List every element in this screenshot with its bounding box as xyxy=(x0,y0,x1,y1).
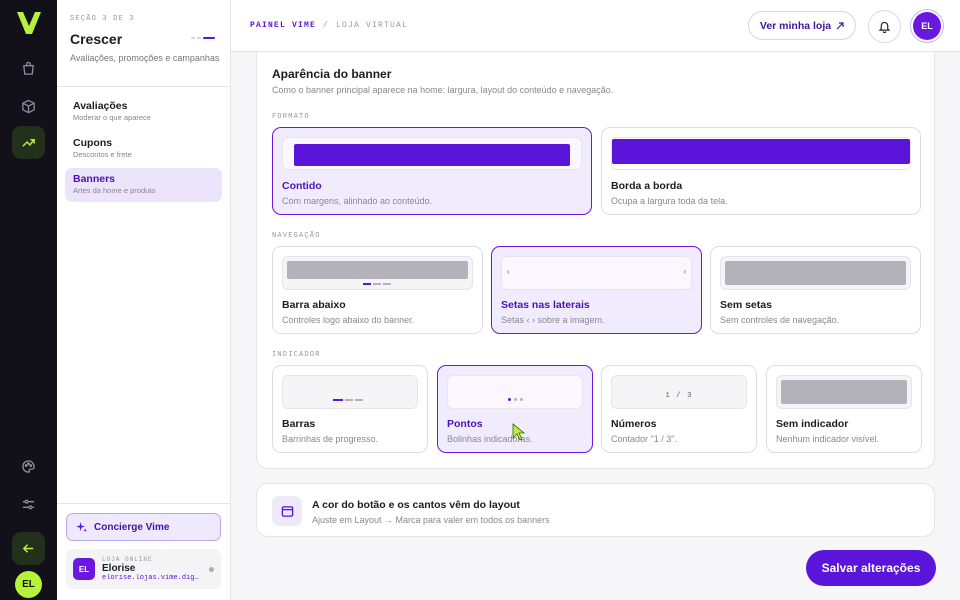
sidebar-item-banners[interactable]: Banners Artes da home e produto xyxy=(65,168,222,202)
card-subtitle: Como o banner principal aparece na home:… xyxy=(272,85,614,95)
store-avatar: EL xyxy=(73,558,95,580)
store-url: elorise.lojas.vime.digital xyxy=(102,574,202,582)
user-avatar[interactable]: EL xyxy=(15,571,42,598)
arrow-left-icon[interactable] xyxy=(12,532,45,565)
section-description: Avaliações, promoções e campanhas xyxy=(70,53,220,63)
indicator-preview: 1 / 3 xyxy=(611,375,747,409)
section-eyebrow: SEÇÃO 3 DE 3 xyxy=(70,15,135,23)
indicator-preview xyxy=(447,375,583,409)
option-label: Números xyxy=(611,418,657,430)
navigation-option-setas-laterais[interactable]: ‹ › Setas nas laterais Setas ‹ › sobre a… xyxy=(491,246,702,334)
indicator-option-sem-indicador[interactable]: Sem indicador Nenhum indicador visível. xyxy=(766,365,922,453)
indicator-preview xyxy=(776,375,912,409)
store-name: Elorise xyxy=(102,563,136,574)
info-title: A cor do botão e os cantos vêm do layout xyxy=(312,499,520,511)
option-label: Sem setas xyxy=(720,299,772,311)
navigation-option-sem-setas[interactable]: Sem setas Sem controles de navegação. xyxy=(710,246,921,334)
option-description: Com margens, alinhado ao conteúdo. xyxy=(282,196,433,206)
sliders-icon[interactable] xyxy=(12,488,45,521)
format-preview xyxy=(611,137,911,170)
indicator-group-label: INDICADOR xyxy=(272,351,321,359)
arrow-left-icon: ‹ xyxy=(507,267,510,276)
status-dot xyxy=(209,566,214,572)
format-option-contido[interactable]: Contido Com margens, alinhado ao conteúd… xyxy=(272,127,592,215)
breadcrumb-separator: / xyxy=(323,21,330,30)
option-description: Sem controles de navegação. xyxy=(720,315,840,325)
banner-appearance-card: Aparência do banner Como o banner princi… xyxy=(256,52,935,469)
breadcrumb: PAINEL VIME / LOJA VIRTUAL xyxy=(250,21,408,30)
palette-icon[interactable] xyxy=(12,450,45,483)
sidebar-item-cupons[interactable]: Cupons Descontos e frete xyxy=(65,132,222,166)
section-title: Crescer xyxy=(70,31,123,47)
view-store-label: Ver minha loja xyxy=(759,19,832,32)
box-icon[interactable] xyxy=(12,90,45,123)
section-progress xyxy=(191,37,215,39)
user-avatar[interactable]: EL xyxy=(913,12,941,40)
external-arrow-icon xyxy=(836,21,844,29)
counter-text: 1 / 3 xyxy=(665,392,693,400)
indicator-option-numeros[interactable]: 1 / 3 Números Contador "1 / 3". xyxy=(601,365,757,453)
option-description: Contador "1 / 3". xyxy=(611,434,677,444)
navigation-option-barra-abaixo[interactable]: Barra abaixo Controles logo abaixo do ba… xyxy=(272,246,483,334)
option-description: Ocupa a largura toda da tela. xyxy=(611,196,728,206)
top-bar: PAINEL VIME / LOJA VIRTUAL Ver minha loj… xyxy=(231,0,960,52)
sidebar-item-label: Cupons xyxy=(73,137,113,149)
breadcrumb-root[interactable]: PAINEL VIME xyxy=(250,21,316,30)
trending-up-icon[interactable] xyxy=(12,126,45,159)
sidebar-item-label: Avaliações xyxy=(73,100,128,112)
format-group-label: FORMATO xyxy=(272,113,310,121)
concierge-label: Concierge Vime xyxy=(94,521,170,533)
navigation-group-label: NAVEGAÇÃO xyxy=(272,232,321,240)
option-label: Setas nas laterais xyxy=(501,299,590,311)
mouse-cursor-icon xyxy=(512,423,526,441)
app-rail: EL xyxy=(0,0,57,600)
view-store-button[interactable]: Ver minha loja xyxy=(748,11,856,40)
option-label: Borda a borda xyxy=(611,180,683,192)
store-card[interactable]: EL LOJA ONLINE Elorise elorise.lojas.vim… xyxy=(66,549,221,589)
vime-logo[interactable] xyxy=(14,10,44,36)
option-label: Contido xyxy=(282,180,322,192)
option-label: Pontos xyxy=(447,418,483,430)
divider xyxy=(57,86,231,87)
indicator-option-barras[interactable]: Barras Barrinhas de progresso. xyxy=(272,365,428,453)
option-description: Nenhum indicador visível. xyxy=(776,434,880,444)
bell-icon xyxy=(878,21,891,33)
layout-icon xyxy=(272,496,302,526)
indicator-preview xyxy=(282,375,418,409)
layout-info-card: A cor do botão e os cantos vêm do layout… xyxy=(256,483,935,537)
shopping-bag-icon[interactable] xyxy=(12,52,45,85)
navigation-preview: ‹ › xyxy=(501,256,692,290)
notifications-button[interactable] xyxy=(868,10,901,43)
arrow-right-icon: › xyxy=(683,267,686,276)
sidebar-item-avaliacoes[interactable]: Avaliações Moderar o que aparece xyxy=(65,95,222,129)
section-sidebar: SEÇÃO 3 DE 3 Crescer Avaliações, promoçõ… xyxy=(57,0,231,600)
navigation-preview xyxy=(720,256,911,290)
sidebar-item-label: Banners xyxy=(73,173,116,185)
sparkle-icon xyxy=(76,521,87,532)
store-eyebrow: LOJA ONLINE xyxy=(102,556,153,563)
option-label: Barra abaixo xyxy=(282,299,346,311)
option-label: Barras xyxy=(282,418,316,430)
option-description: Controles logo abaixo do banner. xyxy=(282,315,415,325)
divider xyxy=(57,503,231,504)
format-option-borda-a-borda[interactable]: Borda a borda Ocupa a largura toda da te… xyxy=(601,127,921,215)
format-preview xyxy=(282,137,582,170)
card-title: Aparência do banner xyxy=(272,67,392,81)
info-text: Ajuste em Layout → Marca para valer em t… xyxy=(312,515,550,525)
sidebar-item-sub: Descontos e frete xyxy=(73,150,132,159)
navigation-preview xyxy=(282,256,473,290)
sidebar-item-sub: Moderar o que aparece xyxy=(73,113,151,122)
option-description: Setas ‹ › sobre a imagem. xyxy=(501,315,605,325)
option-description: Barrinhas de progresso. xyxy=(282,434,379,444)
concierge-button[interactable]: Concierge Vime xyxy=(66,513,221,541)
option-label: Sem indicador xyxy=(776,418,849,430)
breadcrumb-current: LOJA VIRTUAL xyxy=(336,21,409,30)
sidebar-item-sub: Artes da home e produto xyxy=(73,186,156,195)
save-button[interactable]: Salvar alterações xyxy=(806,550,936,586)
